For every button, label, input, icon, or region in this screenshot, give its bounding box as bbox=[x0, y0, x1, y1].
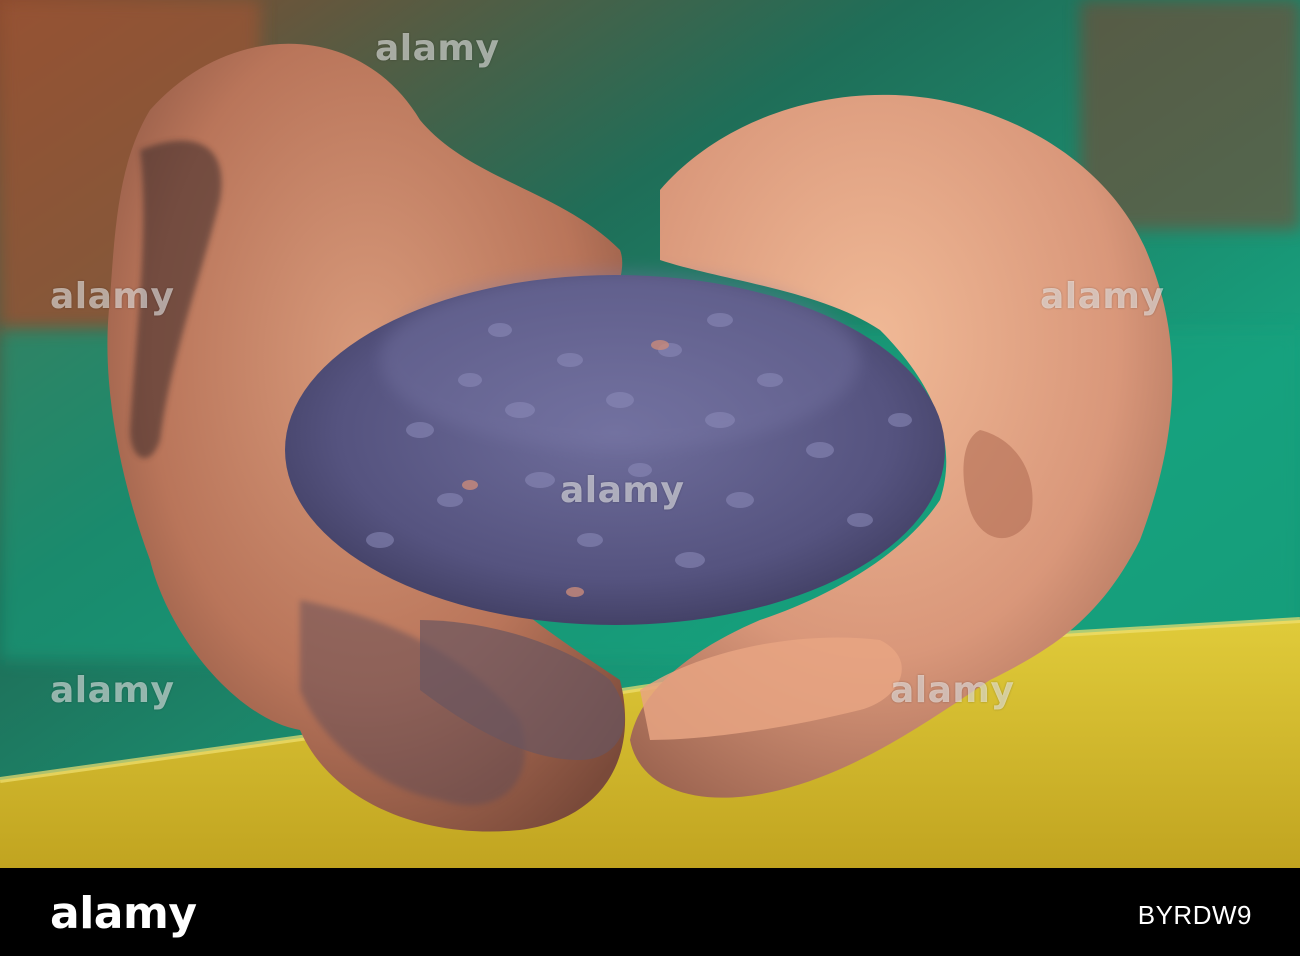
watermark: alamy bbox=[1040, 276, 1165, 317]
photo-illustration bbox=[0, 0, 1300, 868]
photo bbox=[0, 0, 1300, 868]
image-id: BYRDW9 bbox=[1137, 900, 1252, 930]
watermark: alamy bbox=[375, 28, 500, 69]
watermark: alamy bbox=[560, 470, 685, 511]
footer-bar: alamy BYRDW9 bbox=[0, 868, 1300, 956]
watermark: alamy bbox=[50, 276, 175, 317]
alamy-logo: alamy bbox=[50, 888, 197, 939]
watermark: alamy bbox=[890, 670, 1015, 711]
watermark: alamy bbox=[50, 670, 175, 711]
